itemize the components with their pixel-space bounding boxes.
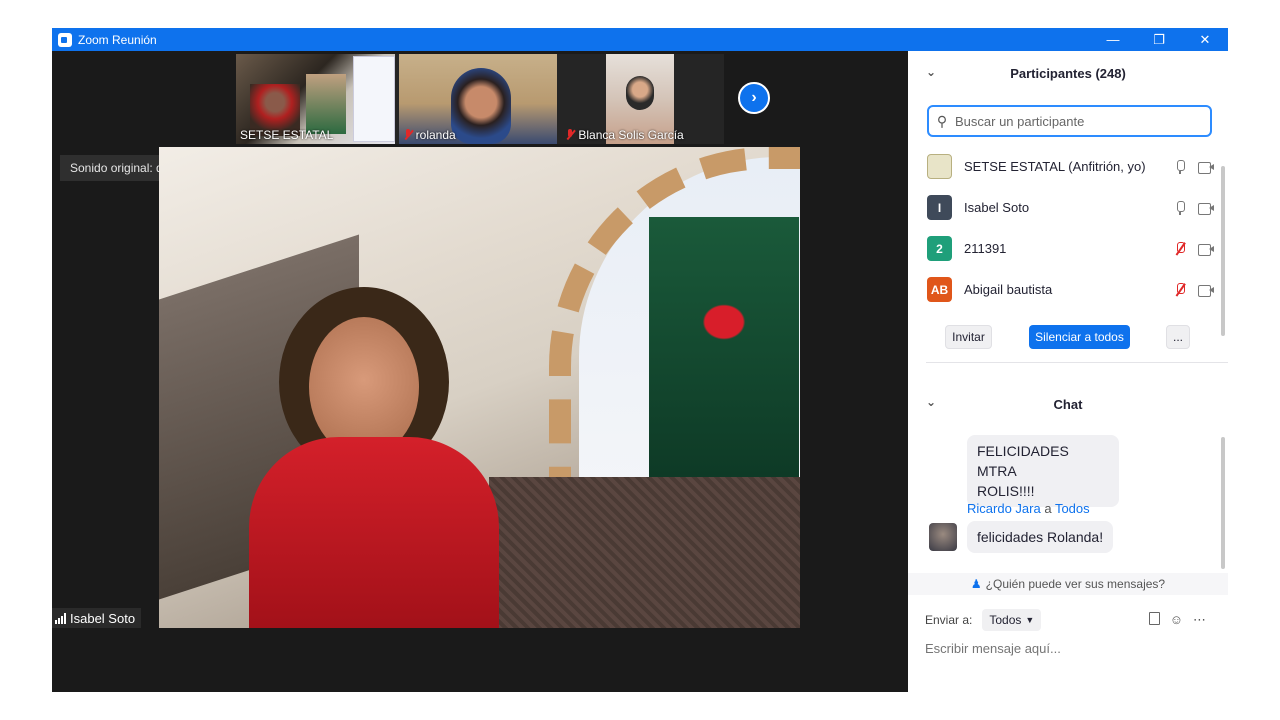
chevron-right-icon: › [751,89,757,106]
thumbnail-name: rolanda [403,128,456,142]
send-to-label: Enviar a: [925,613,973,627]
who-can-see-text: ¿Quién puede ver sus mensajes? [985,577,1166,591]
mute-all-button[interactable]: Silenciar a todos [1029,325,1130,349]
avatar [929,523,957,551]
side-panel: ⌄ Participantes (248) ⚲ Buscar un partic… [908,51,1228,692]
active-speaker-label: Isabel Soto [52,608,142,628]
participant-row[interactable]: 2 211391 [908,228,1228,269]
collapse-chevron-icon[interactable]: ⌄ [926,65,936,79]
next-page-button[interactable]: › [738,82,770,114]
mic-muted-icon[interactable] [1174,241,1186,256]
active-speaker-video [159,147,800,628]
participant-name: SETSE ESTATAL (Anfitrión, yo) [964,159,1146,174]
chat-sender: Ricardo Jara a Todos [967,501,1090,516]
emoji-icon[interactable]: ☺ [1170,612,1183,628]
avatar: 2 [927,236,952,261]
participant-list: SETSE ESTATAL (Anfitrión, yo) I Isabel S… [908,146,1228,310]
chat-bubble: felicidades Rolanda! [967,521,1114,553]
participant-name: Isabel Soto [964,200,1030,215]
participant-search[interactable]: ⚲ Buscar un participante [927,105,1212,137]
thumbnail-strip: SETSE ESTATAL rolanda Blanca Solis Garcí… [236,54,724,144]
more-button[interactable]: ... [1166,325,1190,349]
window-title: Zoom Reunión [78,32,157,47]
chevron-down-icon: ▼ [1025,615,1035,625]
video-floor [489,477,800,628]
mic-muted-icon[interactable] [1174,282,1186,297]
compose-toolbar: Enviar a: Todos ▼ ☺ ⋯ [908,605,1228,635]
who-can-see-link[interactable]: ♟ ¿Quién puede ver sus mensajes? [908,573,1228,595]
mic-muted-icon [565,129,575,141]
signal-bars-icon [55,612,66,624]
minimize-button[interactable]: — [1090,28,1136,51]
collapse-chevron-icon[interactable]: ⌄ [926,395,936,409]
participant-row[interactable]: SETSE ESTATAL (Anfitrión, yo) [908,146,1228,187]
file-icon[interactable] [1148,612,1160,625]
chat-title: Chat [1053,396,1083,412]
chat-scrollbar[interactable] [1221,437,1225,569]
participant-row[interactable]: I Isabel Soto [908,187,1228,228]
video-stage: SETSE ESTATAL rolanda Blanca Solis Garcí… [52,51,908,692]
mic-muted-icon [403,129,413,141]
invite-button[interactable]: Invitar [945,325,992,349]
restore-button[interactable]: ❐ [1136,28,1182,51]
chat-input[interactable] [925,641,1215,656]
send-to-dropdown[interactable]: Todos ▼ [982,609,1042,631]
mic-icon[interactable] [1174,200,1186,215]
avatar: I [927,195,952,220]
video-person [450,68,511,144]
search-icon: ⚲ [936,112,948,129]
participants-header: ⌄ Participantes (248) [908,51,1228,95]
thumbnail-video[interactable]: Blanca Solis García [561,54,721,144]
mic-icon[interactable] [1174,159,1186,174]
chat-bubble: FELICIDADES MTRA ROLIS!!!! [967,435,1119,507]
divider [926,362,1228,363]
participants-scrollbar[interactable] [1221,166,1225,336]
participant-name: Abigail bautista [964,282,1053,297]
thumbnail-name: SETSE ESTATAL [240,128,334,142]
participant-row[interactable]: AB Abigail bautista [908,269,1228,310]
thumbnail-video[interactable]: rolanda [398,54,558,144]
video-camera-icon[interactable] [1198,243,1214,256]
video-camera-icon[interactable] [1198,161,1214,174]
chat-header: ⌄ Chat [908,389,1228,419]
video-background [306,74,346,134]
more-icon[interactable]: ⋯ [1193,612,1206,628]
zoom-logo-icon [58,32,72,47]
video-person [249,287,499,628]
video-camera-icon[interactable] [1198,202,1214,215]
shared-document [353,56,395,142]
search-placeholder: Buscar un participante [955,113,1085,129]
person-lock-icon: ♟ [970,577,982,591]
participants-title: Participantes (248) [1010,65,1126,81]
thumbnail-name: Blanca Solis García [565,128,684,142]
participant-actions: Invitar Silenciar a todos ... [908,325,1228,353]
video-camera-icon[interactable] [1198,284,1214,297]
zoom-window: Zoom Reunión — ❐ ✕ SETSE ESTATAL rolanda… [52,28,1228,692]
speaker-name: Isabel Soto [70,610,136,626]
avatar: AB [927,277,952,302]
avatar [927,154,952,179]
close-button[interactable]: ✕ [1182,28,1228,51]
thumbnail-video[interactable]: SETSE ESTATAL [236,54,395,144]
title-bar: Zoom Reunión — ❐ ✕ [52,28,1228,51]
chat-messages: FELICIDADES MTRA ROLIS!!!! Ricardo Jara … [908,435,1228,573]
participant-name: 211391 [964,241,1007,256]
